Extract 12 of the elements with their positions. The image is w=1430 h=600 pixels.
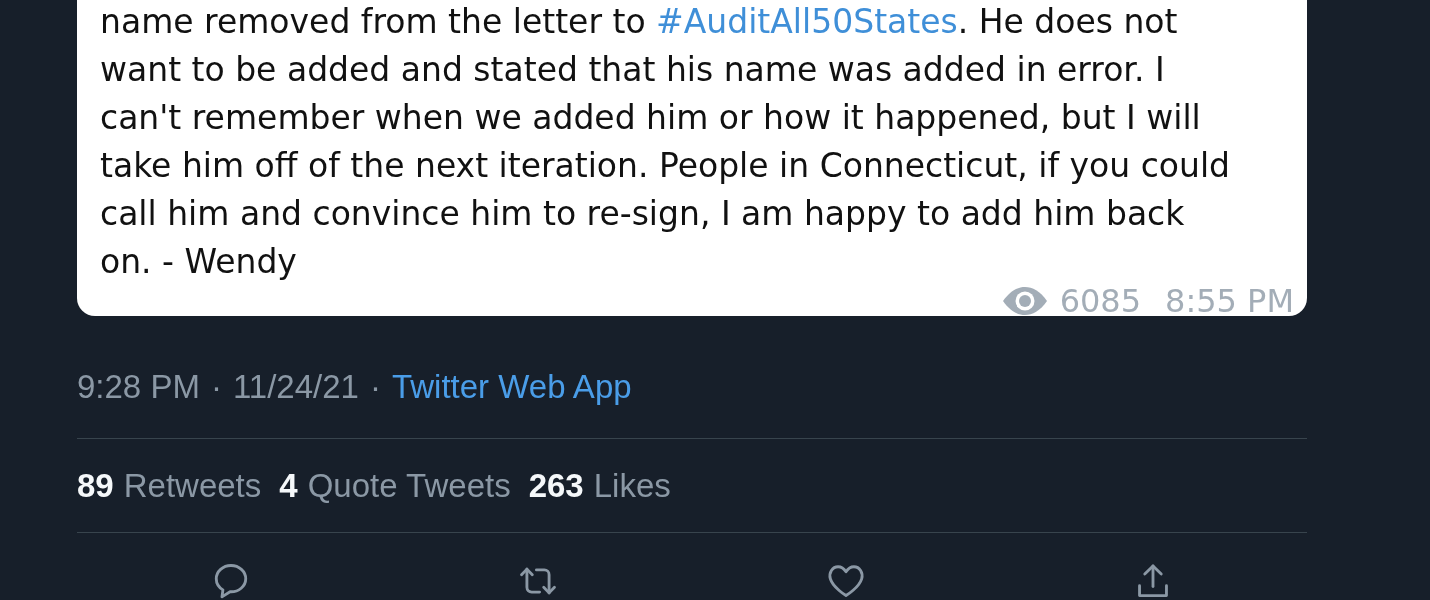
heart-icon[interactable]	[826, 562, 865, 600]
stat-link[interactable]: 4 Quote Tweets	[279, 467, 511, 505]
message-time: 8:55 PM	[1165, 286, 1294, 316]
tweet-time-link[interactable]: 9:28 PM	[77, 368, 200, 406]
separator-dot: ·	[369, 368, 381, 406]
stat-link[interactable]: 263 Likes	[528, 467, 671, 505]
tweet-date: 11/24/21	[232, 368, 359, 406]
source-link[interactable]: Twitter Web App	[391, 368, 632, 406]
view-count: 6085	[1059, 286, 1142, 316]
message-text: name removed from the letter to #AuditAll50States. He does not want to be added and stated that his name was added in error. I can't remember when we added him or how it happened, but I will take him off of the next iteration. People in Connecticut, if you could call him and convince him to re-sign, I am happy to add him back on. - Wendy	[100, 1, 1231, 283]
stat-link[interactable]: 89 Retweets	[77, 467, 262, 505]
separator-dot: ·	[210, 368, 222, 406]
